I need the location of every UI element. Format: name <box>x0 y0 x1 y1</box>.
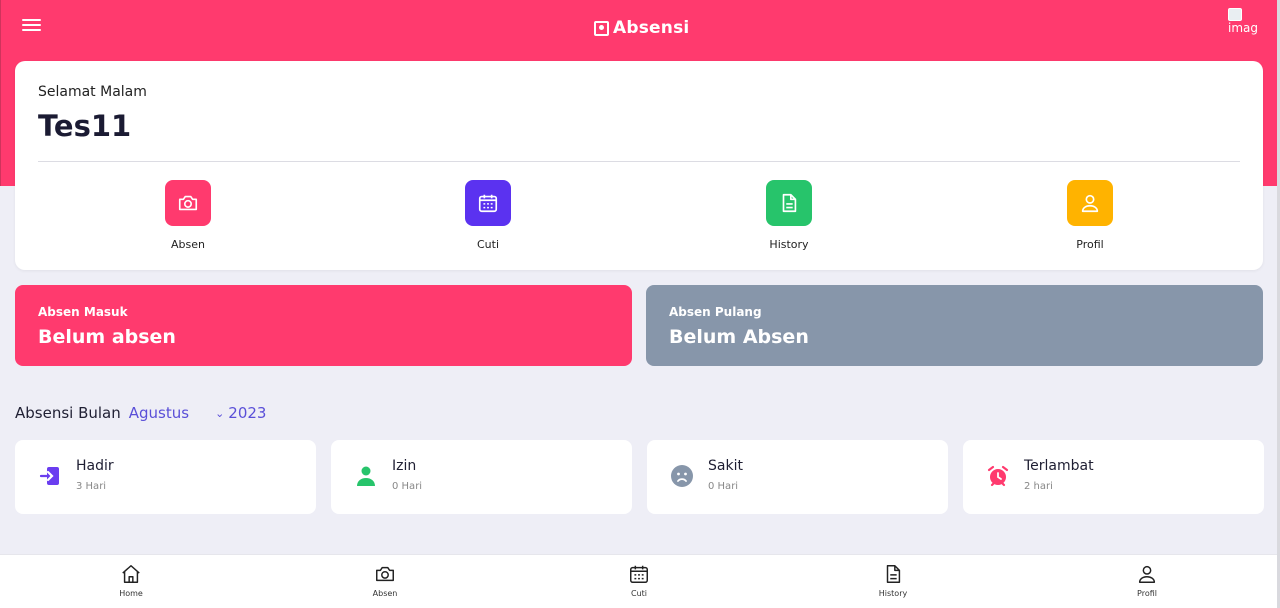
quick-action-cuti[interactable]: Cuti <box>428 180 548 251</box>
stat-card-sakit: Sakit 0 Hari <box>647 440 948 514</box>
nav-history[interactable]: History <box>853 563 933 598</box>
home-icon <box>122 565 140 583</box>
broken-image-icon <box>1228 8 1242 21</box>
nav-cuti[interactable]: Cuti <box>599 563 679 598</box>
stat-value: 0 Hari <box>708 481 739 492</box>
quick-action-label: History <box>769 238 809 251</box>
nav-profil[interactable]: Profil <box>1107 563 1187 598</box>
quick-action-label: Absen <box>171 238 205 251</box>
nav-label: Cuti <box>630 589 647 598</box>
calendar-icon <box>465 180 511 226</box>
camera-icon <box>376 566 394 582</box>
logo-icon <box>594 20 609 36</box>
absen-pulang-value: Belum Absen <box>669 326 809 348</box>
quick-action-history[interactable]: History <box>729 180 849 251</box>
absen-pulang-card[interactable]: Absen Pulang Belum Absen <box>646 285 1263 366</box>
chevron-down-icon[interactable]: ⌄ <box>215 407 224 420</box>
avatar-alt-text: imag <box>1228 21 1258 35</box>
top-bar: Absensi imag <box>0 0 1280 56</box>
document-icon <box>886 565 901 583</box>
login-icon <box>38 464 62 488</box>
nav-home[interactable]: Home <box>91 563 171 598</box>
avatar[interactable]: imag <box>1228 8 1262 44</box>
app-title: Absensi <box>613 18 690 38</box>
month-select[interactable]: Agustus <box>129 404 189 422</box>
nav-label: Absen <box>372 589 398 598</box>
user-name: Tes11 <box>38 109 132 143</box>
absen-pulang-label: Absen Pulang <box>669 305 762 319</box>
app-logo: Absensi <box>594 16 689 40</box>
absen-masuk-card[interactable]: Absen Masuk Belum absen <box>15 285 632 366</box>
nav-label: History <box>878 589 908 598</box>
stat-title: Hadir <box>76 458 114 474</box>
stat-title: Terlambat <box>1024 458 1094 474</box>
user-icon <box>1067 180 1113 226</box>
document-icon <box>766 180 812 226</box>
stat-value: 3 Hari <box>76 481 107 492</box>
stat-value: 0 Hari <box>392 481 423 492</box>
greeting-card: Selamat Malam Tes11 Absen Cuti History P… <box>15 61 1263 270</box>
stat-card-terlambat: Terlambat 2 hari <box>963 440 1264 514</box>
month-prefix: Absensi Bulan <box>15 404 121 422</box>
sad-face-icon <box>670 464 694 488</box>
stat-value: 2 hari <box>1024 481 1053 492</box>
absen-masuk-value: Belum absen <box>38 326 176 348</box>
quick-action-profil[interactable]: Profil <box>1030 180 1150 251</box>
stat-card-izin: Izin 0 Hari <box>331 440 632 514</box>
quick-action-absen[interactable]: Absen <box>128 180 248 251</box>
stat-title: Sakit <box>708 458 743 474</box>
bottom-navigation: Home Absen Cuti History Profil <box>0 554 1280 608</box>
quick-action-label: Cuti <box>476 238 500 251</box>
nav-label: Profil <box>1137 589 1157 598</box>
divider <box>38 161 1240 162</box>
year-select[interactable]: 2023 <box>228 404 266 422</box>
person-icon <box>354 464 378 488</box>
nav-label: Home <box>119 589 143 598</box>
camera-icon <box>165 180 211 226</box>
alarm-icon <box>986 464 1010 488</box>
stat-card-hadir: Hadir 3 Hari <box>15 440 316 514</box>
greeting-label: Selamat Malam <box>38 84 147 100</box>
calendar-icon <box>630 565 648 583</box>
month-selector-row: Absensi Bulan Agustus ⌄ 2023 <box>15 404 266 422</box>
quick-action-label: Profil <box>1076 238 1104 251</box>
user-icon <box>1138 565 1156 583</box>
nav-absen[interactable]: Absen <box>345 563 425 598</box>
menu-icon[interactable] <box>22 19 41 35</box>
stat-title: Izin <box>392 458 417 474</box>
absen-masuk-label: Absen Masuk <box>38 305 128 319</box>
